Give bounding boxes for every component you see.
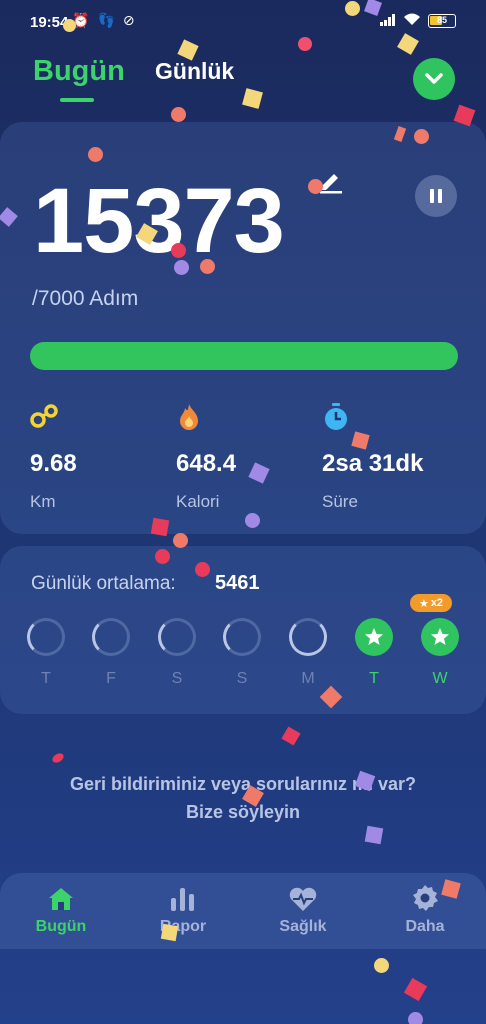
distance-value: 9.68 [30,450,77,477]
pause-button[interactable] [415,175,457,217]
day-goal-reached [355,618,393,656]
day-item[interactable]: M [288,618,328,688]
day-progress-ring [289,618,327,656]
chevron-down-icon [425,73,443,84]
duration-value: 2sa 31dk [322,450,424,477]
footsteps-icon: 👣 [97,12,115,28]
calories-label: Kalori [176,492,220,511]
wifi-icon [403,13,421,29]
feedback-cta: Bize söyleyin [185,802,301,822]
star-icon: ★ [418,597,429,610]
star-icon [431,628,449,645]
day-item[interactable]: S [222,618,262,688]
star-icon [365,628,383,645]
battery-level: 85 [436,15,447,25]
dnd-icon: ⊘ [122,12,135,28]
route-icon [30,402,170,432]
feedback-question: Geri bildiriminiz veya sorularınız mı va… [69,774,417,794]
multiplier-badge: ★ x2 [410,594,452,612]
flame-icon [176,402,316,432]
stat-duration: 2sa 31dk Süre [322,402,462,512]
day-item[interactable]: F [91,618,131,688]
nav-more[interactable]: Daha [375,880,475,936]
stat-distance: 9.68 Km [30,402,170,512]
bar-chart-icon [133,880,233,912]
day-progress-ring [27,618,65,656]
nav-today[interactable]: Bugün [11,880,111,936]
pause-icon [430,189,434,203]
average-label: Günlük ortalama: [31,573,176,594]
day-item[interactable]: T [354,618,394,688]
day-item[interactable]: S [157,618,197,688]
signal-icon [380,13,396,29]
day-progress-ring [158,618,196,656]
step-goal: /7000 Adım [32,287,139,310]
step-progress-bar [30,342,458,370]
duration-label: Süre [322,492,358,511]
day-goal-reached [421,618,459,656]
nav-health[interactable]: Sağlık [253,880,353,936]
distance-label: Km [30,492,56,511]
day-item[interactable]: W [420,618,460,688]
nav-report[interactable]: Rapor [133,880,233,936]
heart-pulse-icon [253,880,353,912]
timer-icon [322,402,462,432]
average-value: 5461 [215,572,260,594]
battery-icon: 85 [428,14,456,28]
step-count: 15373 [33,170,285,272]
day-progress-ring [223,618,261,656]
day-progress-ring [92,618,130,656]
stat-calories: 648.4 Kalori [176,402,316,512]
home-icon [11,880,111,912]
calories-value: 648.4 [176,450,237,477]
tab-indicator [60,98,94,102]
day-item[interactable]: T [26,618,66,688]
tab-today[interactable]: Bugün [33,55,125,88]
tab-daily[interactable]: Günlük [155,58,234,85]
expand-button[interactable] [413,58,455,100]
